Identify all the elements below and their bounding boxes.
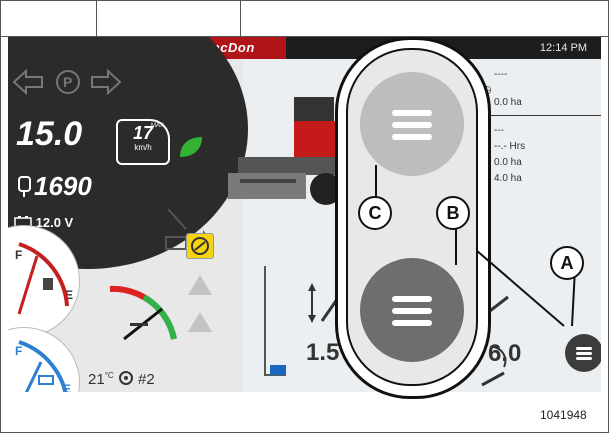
eco-leaf-icon — [180, 137, 202, 157]
caution-triangle-icon — [188, 312, 212, 332]
coolant-temp-gauge — [109, 285, 177, 341]
speed-limit-unit: km/h — [134, 143, 152, 152]
def-gauge: F E — [8, 327, 80, 392]
ambient-readout: 21°C #2 — [88, 370, 155, 388]
ambient-temp-unit: °C — [104, 371, 114, 380]
ambient-temp: 21 — [88, 371, 105, 388]
leader-c — [375, 165, 377, 197]
fan-icon — [118, 371, 133, 385]
header-height-value: 1.5 — [306, 339, 340, 366]
height-scale — [264, 266, 286, 376]
reel-speed-value: 6.0 — [488, 340, 522, 367]
right-turn-icon — [91, 68, 122, 96]
fuel-pump-icon — [43, 278, 53, 290]
display-screen: MacDon 12:14 PM P 15.0 MAX 17 km/h 1690 … — [8, 37, 601, 392]
speed-limit-box: MAX 17 km/h — [116, 119, 170, 165]
info-row-3: --- — [494, 125, 504, 136]
info-row-4: --.- Hrs — [494, 141, 526, 152]
info-divider — [476, 115, 601, 116]
def-fluid-icon — [38, 375, 54, 385]
warning-light-button[interactable] — [186, 233, 214, 259]
clock: 12:14 PM — [539, 42, 587, 54]
indicator-icons: P — [12, 68, 122, 96]
max-tag: MAX — [150, 123, 164, 129]
leader-b — [455, 225, 457, 265]
height-indicator-bar — [270, 365, 286, 375]
gear-indicator: #2 — [138, 371, 155, 388]
info-row-2: 0.0 ha — [494, 97, 522, 108]
info-row-5: 0.0 ha — [494, 157, 522, 168]
svg-text:P: P — [63, 74, 72, 90]
figure-number: 1041948 — [540, 408, 587, 422]
warning-triangle-icon — [188, 275, 212, 295]
open-menu-button[interactable] — [360, 258, 464, 362]
callout-label-a: A — [550, 246, 584, 280]
column-divider — [96, 0, 97, 36]
callout-label-c: C — [358, 196, 392, 230]
info-row-1: ---- — [494, 69, 508, 80]
ground-speed: 15.0 — [16, 115, 83, 153]
callout-label-b: B — [436, 196, 470, 230]
closed-menu-button[interactable] — [360, 72, 464, 176]
info-row-6: 4.0 ha — [494, 173, 522, 184]
engine-rpm-icon — [18, 176, 31, 197]
left-turn-icon — [12, 68, 43, 96]
column-divider — [240, 0, 241, 36]
menu-button[interactable] — [565, 334, 601, 372]
engine-rpm: 1690 — [34, 171, 92, 201]
fuel-gauge: F E — [8, 225, 80, 337]
